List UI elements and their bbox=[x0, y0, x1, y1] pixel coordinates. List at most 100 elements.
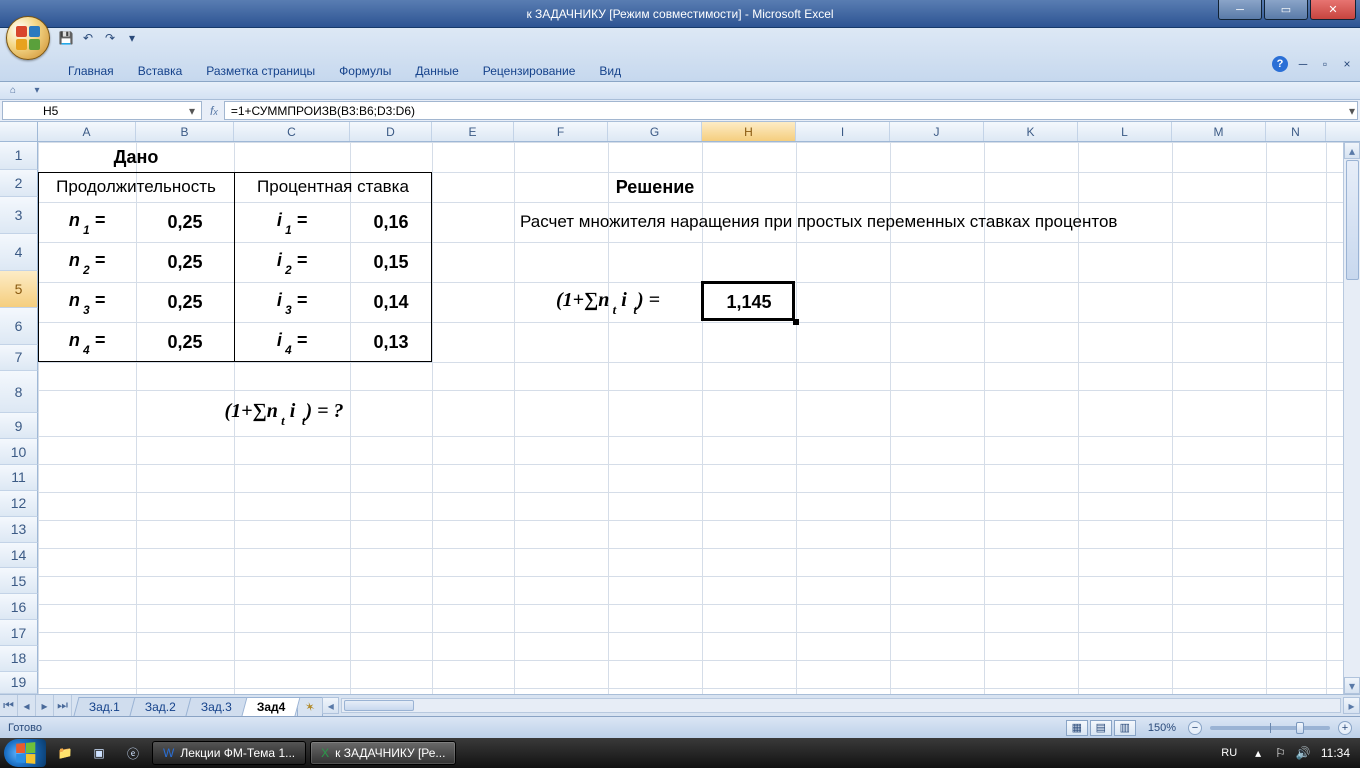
help-icon[interactable]: ? bbox=[1272, 56, 1288, 72]
vertical-scrollbar[interactable]: ▴ ▾ bbox=[1343, 142, 1360, 694]
taskbar: 📁 ▣ ⓔ W Лекции ФМ-Тема 1... X к ЗАДАЧНИК… bbox=[0, 738, 1360, 768]
column-header-M[interactable]: M bbox=[1172, 122, 1266, 141]
row-header-16[interactable]: 16 bbox=[0, 594, 38, 620]
row-header-9[interactable]: 9 bbox=[0, 413, 38, 439]
explorer-icon[interactable]: 📁 bbox=[50, 741, 80, 765]
row-header-4[interactable]: 4 bbox=[0, 234, 38, 271]
column-header-L[interactable]: L bbox=[1078, 122, 1172, 141]
row-header-2[interactable]: 2 bbox=[0, 170, 38, 198]
hscroll-thumb[interactable] bbox=[344, 700, 414, 711]
row-header-18[interactable]: 18 bbox=[0, 646, 38, 672]
row-header-8[interactable]: 8 bbox=[0, 371, 38, 413]
qat-customize-icon[interactable]: ▾ bbox=[124, 30, 140, 46]
row-header-10[interactable]: 10 bbox=[0, 439, 38, 465]
row-header-3[interactable]: 3 bbox=[0, 197, 38, 234]
cell-header-rate: Процентная ставка bbox=[234, 172, 432, 202]
row-header-13[interactable]: 13 bbox=[0, 517, 38, 543]
row-header-17[interactable]: 17 bbox=[0, 620, 38, 646]
scroll-down-icon[interactable]: ▾ bbox=[1344, 677, 1360, 694]
ie-icon[interactable]: ⓔ bbox=[118, 741, 148, 765]
new-sheet-icon[interactable]: ✶ bbox=[297, 697, 323, 716]
taskbar-item-word[interactable]: W Лекции ФМ-Тема 1... bbox=[152, 741, 306, 765]
clock[interactable]: 11:34 bbox=[1321, 746, 1350, 760]
sheet-tab-Зад4[interactable]: Зад4 bbox=[241, 697, 301, 716]
tray-expand-icon[interactable]: ▴ bbox=[1251, 746, 1265, 760]
horizontal-scrollbar[interactable]: ◂ ▸ bbox=[322, 695, 1360, 716]
row-header-14[interactable]: 14 bbox=[0, 543, 38, 569]
formula-input[interactable]: =1+СУММПРОИЗВ(B3:B6;D3:D6) ▾ bbox=[224, 101, 1358, 120]
player-icon[interactable]: ▣ bbox=[84, 741, 114, 765]
column-header-I[interactable]: I bbox=[796, 122, 890, 141]
view-normal-icon[interactable]: ▦ bbox=[1066, 720, 1088, 736]
sheet-tab-Зад.3[interactable]: Зад.3 bbox=[185, 697, 247, 716]
taskbar-item-excel[interactable]: X к ЗАДАЧНИКУ [Ре... bbox=[310, 741, 456, 765]
tab-next-icon[interactable]: ▸ bbox=[36, 695, 54, 716]
view-page-break-icon[interactable]: ▥ bbox=[1114, 720, 1136, 736]
column-header-F[interactable]: F bbox=[514, 122, 608, 141]
ribbon-tab-данные[interactable]: Данные bbox=[403, 60, 470, 82]
sheet-tab-Зад.2[interactable]: Зад.2 bbox=[129, 697, 191, 716]
ribbon-tab-формулы[interactable]: Формулы bbox=[327, 60, 403, 82]
ribbon-tab-главная[interactable]: Главная bbox=[56, 60, 126, 82]
scroll-up-icon[interactable]: ▴ bbox=[1344, 142, 1360, 159]
cell-n4-label: n 4 = bbox=[38, 322, 136, 362]
tab-first-icon[interactable]: ⏮ bbox=[0, 695, 18, 716]
column-header-C[interactable]: C bbox=[234, 122, 350, 141]
column-header-H[interactable]: H bbox=[702, 122, 796, 141]
start-button[interactable] bbox=[4, 739, 46, 767]
undo-icon[interactable]: ↶ bbox=[80, 30, 96, 46]
column-header-E[interactable]: E bbox=[432, 122, 514, 141]
column-header-A[interactable]: A bbox=[38, 122, 136, 141]
ribbon-tab-разметка страницы[interactable]: Разметка страницы bbox=[194, 60, 327, 82]
row-header-15[interactable]: 15 bbox=[0, 568, 38, 594]
spreadsheet-grid[interactable]: ABCDEFGHIJKLMN 1234567891011121314151617… bbox=[0, 122, 1360, 694]
tab-last-icon[interactable]: ⏭ bbox=[54, 695, 72, 716]
row-header-7[interactable]: 7 bbox=[0, 345, 38, 371]
row-header-11[interactable]: 11 bbox=[0, 465, 38, 491]
formula-expand-icon[interactable]: ▾ bbox=[1349, 104, 1355, 118]
hscroll-left-icon[interactable]: ◂ bbox=[322, 697, 339, 714]
ribbon-tab-вставка[interactable]: Вставка bbox=[126, 60, 195, 82]
column-header-D[interactable]: D bbox=[350, 122, 432, 141]
row-header-1[interactable]: 1 bbox=[0, 142, 38, 170]
zoom-in-icon[interactable]: + bbox=[1338, 721, 1352, 735]
row-header-5[interactable]: 5 bbox=[0, 271, 38, 308]
app-minimize-icon[interactable]: ─ bbox=[1296, 57, 1310, 71]
column-header-K[interactable]: K bbox=[984, 122, 1078, 141]
zoom-slider[interactable] bbox=[1210, 726, 1330, 730]
sheet-bar: ⏮ ◂ ▸ ⏭ Зад.1Зад.2Зад.3Зад4✶ ◂ ▸ bbox=[0, 694, 1360, 716]
ribbon-tab-рецензирование[interactable]: Рецензирование bbox=[471, 60, 588, 82]
name-box-dropdown-icon[interactable]: ▾ bbox=[185, 104, 199, 118]
close-button[interactable]: ✕ bbox=[1310, 0, 1356, 20]
column-header-N[interactable]: N bbox=[1266, 122, 1326, 141]
fx-icon[interactable]: fx bbox=[210, 104, 218, 118]
zoom-out-icon[interactable]: − bbox=[1188, 721, 1202, 735]
hscroll-right-icon[interactable]: ▸ bbox=[1343, 697, 1360, 714]
column-header-G[interactable]: G bbox=[608, 122, 702, 141]
select-all-corner[interactable] bbox=[0, 122, 38, 141]
dropdown-icon[interactable]: ▾ bbox=[28, 84, 46, 98]
language-indicator[interactable]: RU bbox=[1217, 747, 1241, 759]
name-box[interactable]: H5 ▾ bbox=[2, 101, 202, 120]
save-icon[interactable]: 💾 bbox=[58, 30, 74, 46]
column-header-J[interactable]: J bbox=[890, 122, 984, 141]
tab-prev-icon[interactable]: ◂ bbox=[18, 695, 36, 716]
app-close-icon[interactable]: × bbox=[1340, 57, 1354, 71]
row-header-6[interactable]: 6 bbox=[0, 308, 38, 345]
row-header-12[interactable]: 12 bbox=[0, 491, 38, 517]
home-icon[interactable]: ⌂ bbox=[4, 84, 22, 98]
column-header-B[interactable]: B bbox=[136, 122, 234, 141]
minimize-button[interactable]: ─ bbox=[1218, 0, 1262, 20]
office-button[interactable] bbox=[6, 16, 50, 60]
maximize-button[interactable]: ▭ bbox=[1264, 0, 1308, 20]
app-restore-icon[interactable]: ▫ bbox=[1318, 57, 1332, 71]
tray-volume-icon[interactable]: 🔊 bbox=[1296, 746, 1311, 760]
sheet-tab-Зад.1[interactable]: Зад.1 bbox=[73, 697, 135, 716]
cell-n1-value: 0,25 bbox=[136, 202, 234, 242]
row-header-19[interactable]: 19 bbox=[0, 672, 38, 694]
tray-flag-icon[interactable]: ⚐ bbox=[1275, 746, 1286, 760]
scroll-thumb[interactable] bbox=[1346, 160, 1359, 280]
redo-icon[interactable]: ↷ bbox=[102, 30, 118, 46]
ribbon-tab-вид[interactable]: Вид bbox=[587, 60, 633, 82]
view-page-layout-icon[interactable]: ▤ bbox=[1090, 720, 1112, 736]
